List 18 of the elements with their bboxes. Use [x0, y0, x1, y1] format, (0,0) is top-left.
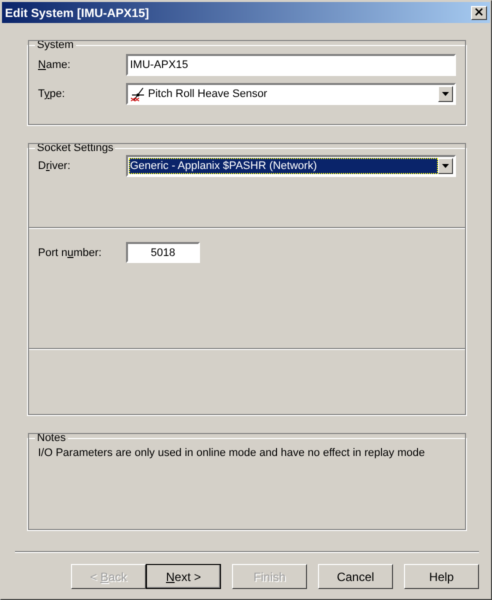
type-dropdown[interactable]: Pitch Roll Heave Sensor: [126, 83, 456, 105]
driver-dropdown[interactable]: Generic - Applanix $PASHR (Network): [126, 155, 456, 177]
name-field[interactable]: IMU-APX15: [126, 54, 456, 76]
sensor-icon: [130, 86, 146, 102]
port-label: Port number:: [38, 246, 103, 258]
type-label: Type:: [38, 88, 66, 100]
close-button[interactable]: ×: [471, 6, 487, 20]
group-title: System: [36, 39, 75, 51]
group-title: Notes: [36, 432, 67, 444]
port-field[interactable]: 5018: [126, 242, 200, 263]
notes-text: I/O Parameters are only used in online mode and have no effect in replay mode: [38, 447, 426, 459]
group-title: Socket Settings: [36, 142, 114, 154]
wizard-button[interactable]: Next >: [146, 564, 221, 589]
name-label: Name:: [38, 59, 72, 71]
window-title: Edit System [IMU-APX15]: [5, 6, 150, 20]
wizard-button[interactable]: Help: [404, 564, 479, 589]
wizard-button[interactable]: Cancel: [318, 564, 393, 589]
driver-label: Driver:: [38, 160, 72, 172]
